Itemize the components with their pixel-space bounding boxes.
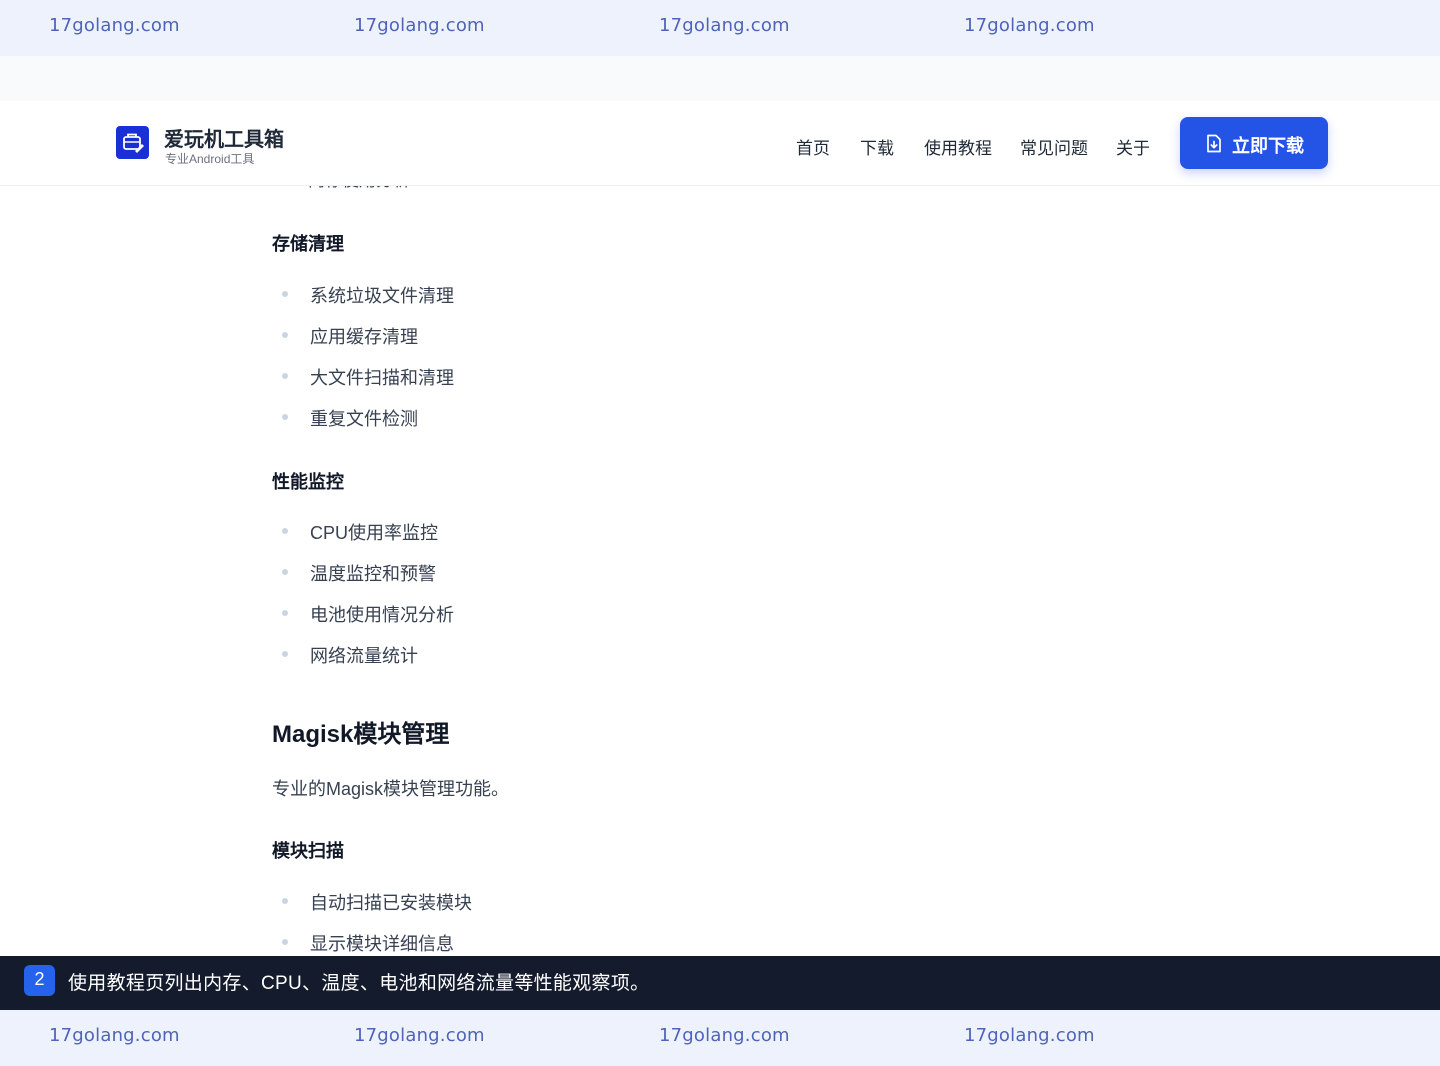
- section-heading-module-scan: 模块扫描: [272, 841, 344, 861]
- page-background: [0, 56, 1440, 101]
- bullet-icon: [282, 939, 288, 945]
- section-description: 专业的Magisk模块管理功能。: [272, 779, 510, 799]
- bullet-icon: [282, 373, 288, 379]
- watermark-text: 17golang.com: [659, 15, 790, 36]
- step-number-badge: 2: [24, 965, 55, 996]
- watermark-text: 17golang.com: [354, 15, 485, 36]
- toolbox-icon: [123, 133, 144, 153]
- nav-download[interactable]: 下载: [860, 134, 894, 159]
- bullet-icon: [282, 610, 288, 616]
- watermark-text: 17golang.com: [964, 15, 1095, 36]
- site-header: 爱玩机工具箱 专业Android工具 首页 下载 使用教程 常见问题 关于 立即…: [0, 101, 1440, 186]
- download-now-label: 立即下载: [1232, 136, 1304, 156]
- watermark-text: 17golang.com: [49, 15, 180, 36]
- watermark-bar-top: 17golang.com 17golang.com 17golang.com 1…: [0, 0, 1440, 56]
- bullet-icon: [282, 414, 288, 420]
- watermark-text: 17golang.com: [354, 1025, 485, 1046]
- watermark-text: 17golang.com: [964, 1025, 1095, 1046]
- section-heading-performance: 性能监控: [272, 472, 344, 492]
- step-caption-text: 使用教程页列出内存、CPU、温度、电池和网络流量等性能观察项。: [68, 973, 650, 994]
- article-content: 内存使用分析 存储清理 系统垃圾文件清理 应用缓存清理 大文件扫描和清理 重复文…: [0, 101, 1440, 956]
- bullet-icon: [282, 332, 288, 338]
- nav-tutorial[interactable]: 使用教程: [924, 134, 992, 159]
- bullet-icon: [282, 569, 288, 575]
- brand-title[interactable]: 爱玩机工具箱: [164, 123, 284, 152]
- watermark-bar-bottom: 17golang.com 17golang.com 17golang.com 1…: [0, 1010, 1440, 1066]
- watermark-text: 17golang.com: [49, 1025, 180, 1046]
- nav-faq[interactable]: 常见问题: [1020, 134, 1088, 159]
- download-now-button[interactable]: 立即下载: [1180, 117, 1328, 169]
- section-heading-storage: 存储清理: [272, 234, 344, 254]
- nav-about[interactable]: 关于: [1116, 134, 1150, 159]
- watermark-text: 17golang.com: [659, 1025, 790, 1046]
- step-caption-bar: 2 使用教程页列出内存、CPU、温度、电池和网络流量等性能观察项。: [0, 956, 1440, 1010]
- brand-subtitle: 专业Android工具: [165, 152, 255, 166]
- bullet-icon: [282, 291, 288, 297]
- nav-home[interactable]: 首页: [796, 134, 830, 159]
- section-title-magisk: Magisk模块管理: [272, 721, 450, 748]
- bullet-icon: [282, 898, 288, 904]
- download-file-icon: [1207, 134, 1221, 153]
- bullet-icon: [282, 528, 288, 534]
- bullet-icon: [282, 651, 288, 657]
- app-logo[interactable]: [116, 126, 149, 159]
